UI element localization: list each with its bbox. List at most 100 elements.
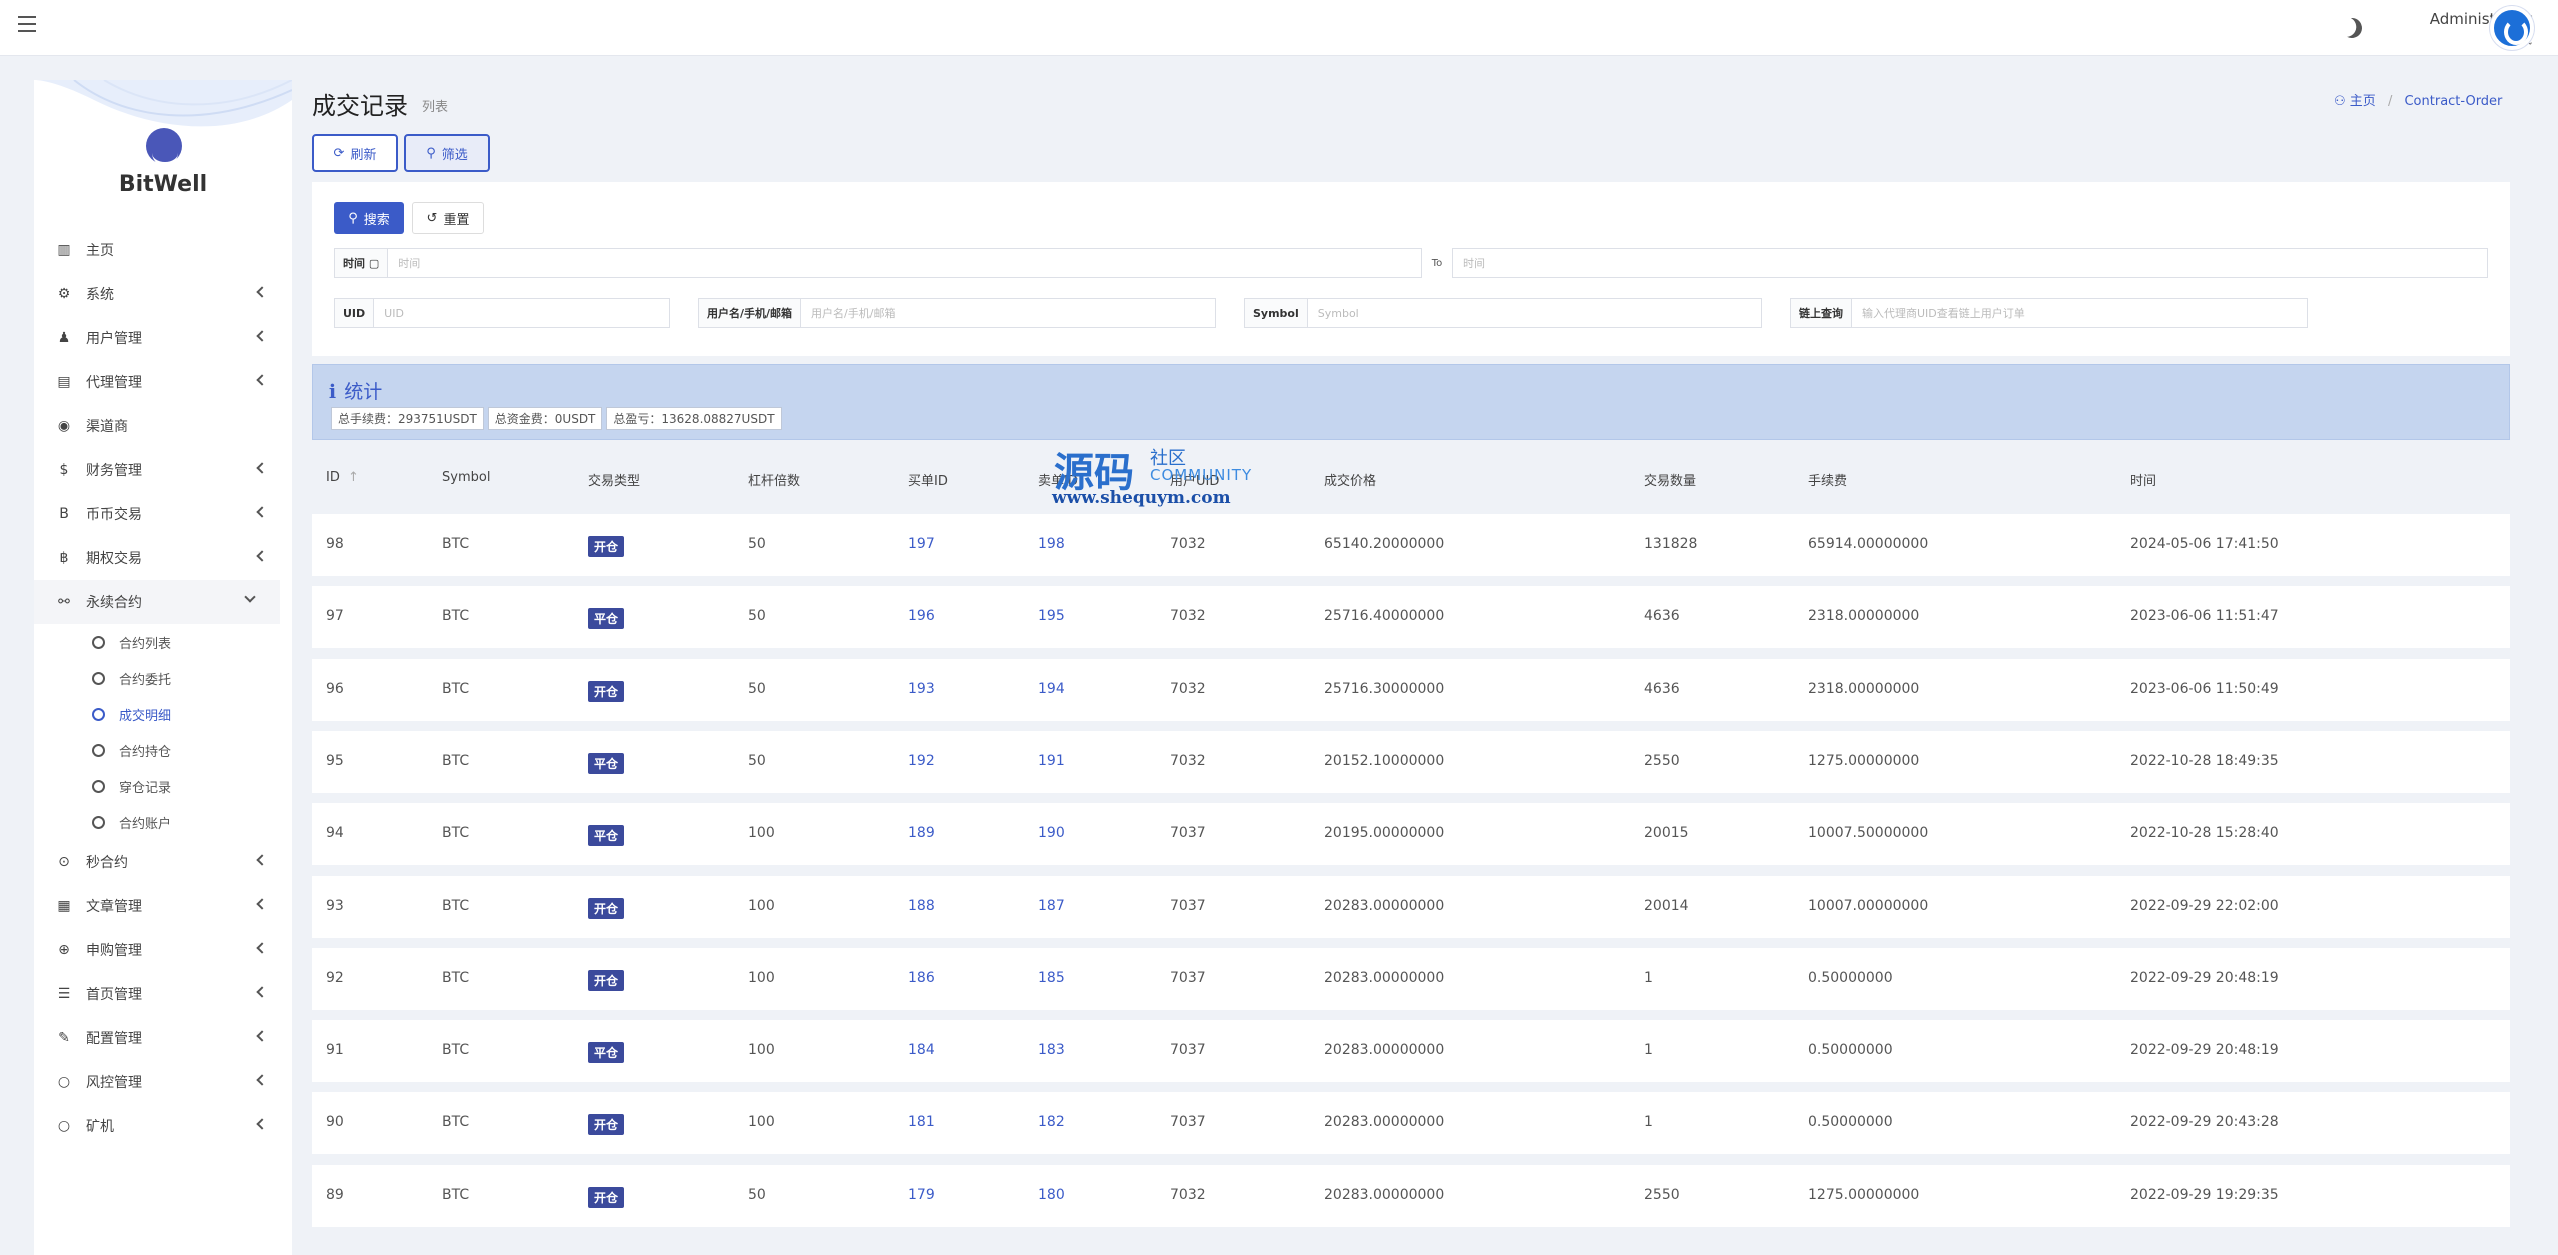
cell-buy-id[interactable]: 181: [908, 1114, 935, 1130]
sidebar-subitem[interactable]: 成交明细: [34, 696, 292, 732]
cell-sell-id[interactable]: 182: [1038, 1114, 1065, 1130]
column-header-qty[interactable]: 交易数量: [1644, 470, 1696, 489]
symbol-field[interactable]: Symbol Symbol: [1244, 298, 1762, 328]
column-header-time[interactable]: 时间: [2130, 470, 2156, 489]
cell-buy-id[interactable]: 186: [908, 970, 935, 986]
time-to-field[interactable]: 时间: [1452, 248, 2488, 278]
sidebar-subitem[interactable]: 合约委托: [34, 660, 292, 696]
column-header-price[interactable]: 成交价格: [1324, 470, 1376, 489]
avatar[interactable]: [2490, 6, 2534, 50]
chain-query-field[interactable]: 链上查询 输入代理商UID查看链上用户订单: [1790, 298, 2308, 328]
undo-icon: ↺: [426, 210, 438, 226]
cell-sell-id[interactable]: 183: [1038, 1042, 1065, 1058]
cell-buy-id[interactable]: 196: [908, 608, 935, 624]
chevron-left-icon: [256, 1030, 268, 1042]
username-field[interactable]: 用户名/手机/邮箱 用户名/手机/邮箱: [698, 298, 1216, 328]
cell-price: 20195.00000000: [1324, 825, 1445, 842]
cell-leverage: 50: [748, 752, 766, 769]
cell-buy-id[interactable]: 179: [908, 1187, 935, 1203]
chevron-left-icon: [256, 854, 268, 866]
cell-buy-id[interactable]: 197: [908, 536, 935, 552]
sidebar-item[interactable]: ฿ 期权交易: [34, 536, 292, 580]
cell-sell-id[interactable]: 195: [1038, 608, 1065, 624]
cell-symbol: BTC: [442, 752, 470, 769]
breadcrumb-current: Contract-Order: [2404, 94, 2503, 109]
breadcrumb-home[interactable]: 主页: [2350, 94, 2376, 109]
cell-sell-id[interactable]: 187: [1038, 898, 1065, 914]
table-row: 96 BTC 开仓 50 193 194 7032 25716.30000000 4636 231…: [312, 658, 2510, 721]
column-header-type[interactable]: 交易类型: [588, 470, 640, 489]
cell-id: 97: [326, 608, 344, 625]
cell-fee: 0.50000000: [1808, 1042, 1893, 1059]
search-button[interactable]: ⚲ 搜索: [334, 202, 404, 234]
table-row: 98 BTC 开仓 50 197 198 7032 65140.20000000 131828 6…: [312, 514, 2510, 576]
sidebar-item[interactable]: ○ 风控管理: [34, 1060, 292, 1104]
cell-fee: 2318.00000000: [1808, 680, 1920, 697]
column-header-symbol[interactable]: Symbol: [442, 470, 490, 485]
refresh-icon: ⟳: [333, 145, 345, 161]
cell-qty: 4636: [1644, 608, 1680, 625]
sidebar-item[interactable]: ▥ 主页: [34, 228, 292, 272]
sidebar-item[interactable]: ⚯ 永续合约: [34, 580, 280, 624]
table-row: 94 BTC 平仓 100 189 190 7037 20195.00000000 20015 1…: [312, 803, 2510, 866]
trade-type-badge: 开仓: [588, 897, 625, 919]
sidebar-item[interactable]: ⊙ 秒合约: [34, 840, 292, 884]
sort-icon[interactable]: ↑: [348, 470, 359, 485]
cell-fee: 1275.00000000: [1808, 752, 1920, 769]
reset-button[interactable]: ↺ 重置: [412, 202, 484, 234]
sidebar-item[interactable]: ◉ 渠道商: [34, 404, 292, 448]
sidebar-item[interactable]: B 币币交易: [34, 492, 292, 536]
trade-type-badge: 平仓: [588, 608, 625, 630]
info-icon: ℹ: [329, 381, 337, 403]
cell-uid: 7037: [1170, 1114, 1206, 1131]
sidebar-item[interactable]: ⚙ 系统: [34, 272, 292, 316]
sidebar-item[interactable]: ⊕ 申购管理: [34, 928, 292, 972]
total-fee-badge: 总手续费：293751USDT: [331, 407, 484, 430]
cell-sell-id[interactable]: 198: [1038, 536, 1065, 552]
cell-time: 2022-10-28 18:49:35: [2130, 752, 2279, 769]
refresh-button[interactable]: ⟳ 刷新: [312, 134, 398, 172]
sidebar-item[interactable]: $ 财务管理: [34, 448, 292, 492]
sidebar-item[interactable]: ✎ 配置管理: [34, 1016, 292, 1060]
column-header-fee[interactable]: 手续费: [1808, 470, 1847, 489]
hamburger-menu-icon[interactable]: [18, 16, 36, 32]
uid-field[interactable]: UID UID: [334, 298, 670, 328]
cell-sell-id[interactable]: 180: [1038, 1187, 1065, 1203]
filter-button[interactable]: ⚲ 筛选: [404, 134, 490, 172]
sidebar-item[interactable]: ○ 矿机: [34, 1104, 292, 1148]
dark-mode-toggle-icon[interactable]: [2339, 15, 2365, 41]
column-header-buy-id[interactable]: 买单ID: [908, 470, 948, 489]
column-header-leverage[interactable]: 杠杆倍数: [748, 470, 800, 489]
sidebar-item-label: 秒合约: [86, 855, 128, 871]
sidebar-subitem[interactable]: 合约列表: [34, 624, 292, 660]
column-header-id[interactable]: ID: [326, 470, 340, 485]
cell-buy-id[interactable]: 192: [908, 753, 935, 769]
sidebar-item[interactable]: ☰ 首页管理: [34, 972, 292, 1016]
cell-symbol: BTC: [442, 680, 470, 697]
cell-symbol: BTC: [442, 536, 470, 552]
cell-sell-id[interactable]: 194: [1038, 681, 1065, 697]
cell-buy-id[interactable]: 188: [908, 898, 935, 914]
sidebar-item[interactable]: ♟ 用户管理: [34, 316, 292, 360]
cell-id: 93: [326, 897, 344, 914]
filter-panel: ⚲ 搜索 ↺ 重置 时间 ▢ 时间 To 时间 UID UID 用户名/手机/邮箱 …: [312, 182, 2510, 356]
sidebar-subitem[interactable]: 合约持仓: [34, 732, 292, 768]
life-ring-icon: ⊕: [58, 942, 70, 958]
cell-buy-id[interactable]: 184: [908, 1042, 935, 1058]
cell-sell-id[interactable]: 185: [1038, 970, 1065, 986]
cell-buy-id[interactable]: 193: [908, 681, 935, 697]
cell-sell-id[interactable]: 191: [1038, 753, 1065, 769]
cell-time: 2022-09-29 22:02:00: [2130, 897, 2279, 914]
table-row: 93 BTC 开仓 100 188 187 7037 20283.00000000 20014 1…: [312, 875, 2510, 938]
sidebar-item[interactable]: ▦ 文章管理: [34, 884, 292, 928]
bitcoin-icon: B: [59, 506, 69, 522]
cell-id: 95: [326, 752, 344, 769]
time-from-field[interactable]: 时间 ▢ 时间: [334, 248, 1422, 278]
sidebar-subitem[interactable]: 合约账户: [34, 804, 292, 840]
cell-sell-id[interactable]: 190: [1038, 825, 1065, 841]
cell-buy-id[interactable]: 189: [908, 825, 935, 841]
trade-type-badge: 平仓: [588, 1042, 625, 1064]
cell-fee: 0.50000000: [1808, 969, 1893, 986]
sidebar-subitem[interactable]: 穿仓记录: [34, 768, 292, 804]
sidebar-item[interactable]: ▤ 代理管理: [34, 360, 292, 404]
